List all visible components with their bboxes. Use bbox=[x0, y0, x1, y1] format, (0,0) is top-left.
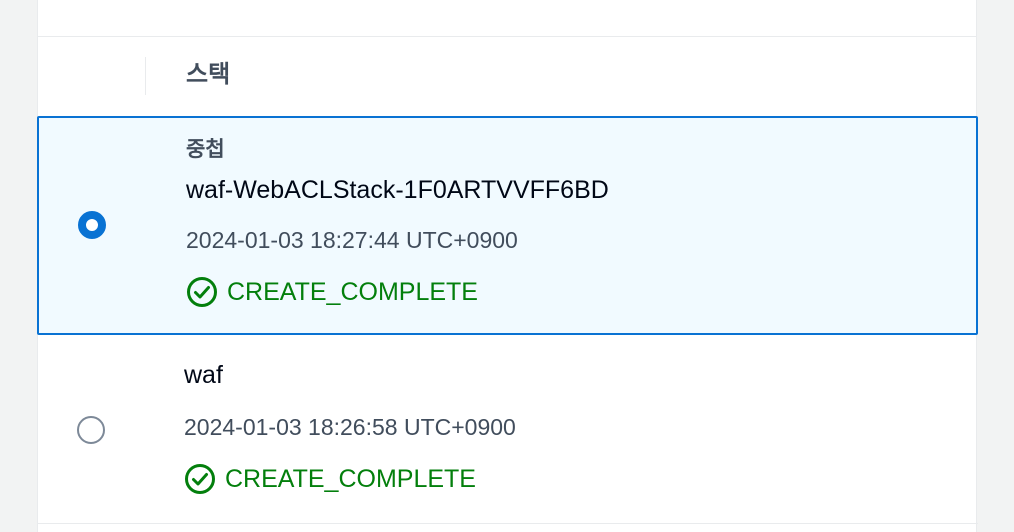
stacks-panel: 스택 중첩 waf-WebACLStack-1F0ARTVVFF6BD 2024… bbox=[37, 0, 978, 532]
nested-badge: 중첩 bbox=[186, 137, 225, 161]
stack-name[interactable]: waf-WebACLStack-1F0ARTVVFF6BD bbox=[186, 174, 609, 206]
stack-created-time: 2024-01-03 18:27:44 UTC+0900 bbox=[186, 227, 518, 253]
stack-info: 중첩 waf-WebACLStack-1F0ARTVVFF6BD 2024-01… bbox=[186, 136, 609, 308]
check-circle-icon bbox=[187, 277, 217, 307]
stack-name[interactable]: waf bbox=[184, 359, 516, 391]
status-text: CREATE_COMPLETE bbox=[225, 465, 476, 493]
table-header: 스택 bbox=[38, 37, 976, 117]
stack-created-time: 2024-01-03 18:26:58 UTC+0900 bbox=[184, 414, 516, 440]
panel-top-strip bbox=[38, 0, 976, 37]
status-text: CREATE_COMPLETE bbox=[227, 278, 478, 306]
stack-status: CREATE_COMPLETE bbox=[186, 276, 609, 308]
stack-info: waf 2024-01-03 18:26:58 UTC+0900 CREATE_… bbox=[184, 359, 516, 495]
header-column-divider bbox=[145, 57, 146, 95]
stack-row-nested[interactable]: 중첩 waf-WebACLStack-1F0ARTVVFF6BD 2024-01… bbox=[37, 116, 978, 335]
stack-radio-selected[interactable] bbox=[78, 211, 106, 239]
stack-row-root[interactable]: waf 2024-01-03 18:26:58 UTC+0900 CREATE_… bbox=[37, 335, 978, 524]
stack-radio-unselected[interactable] bbox=[77, 416, 105, 444]
stacks-column-header: 스택 bbox=[186, 60, 231, 88]
stack-status: CREATE_COMPLETE bbox=[184, 463, 516, 495]
check-circle-icon bbox=[185, 464, 215, 494]
